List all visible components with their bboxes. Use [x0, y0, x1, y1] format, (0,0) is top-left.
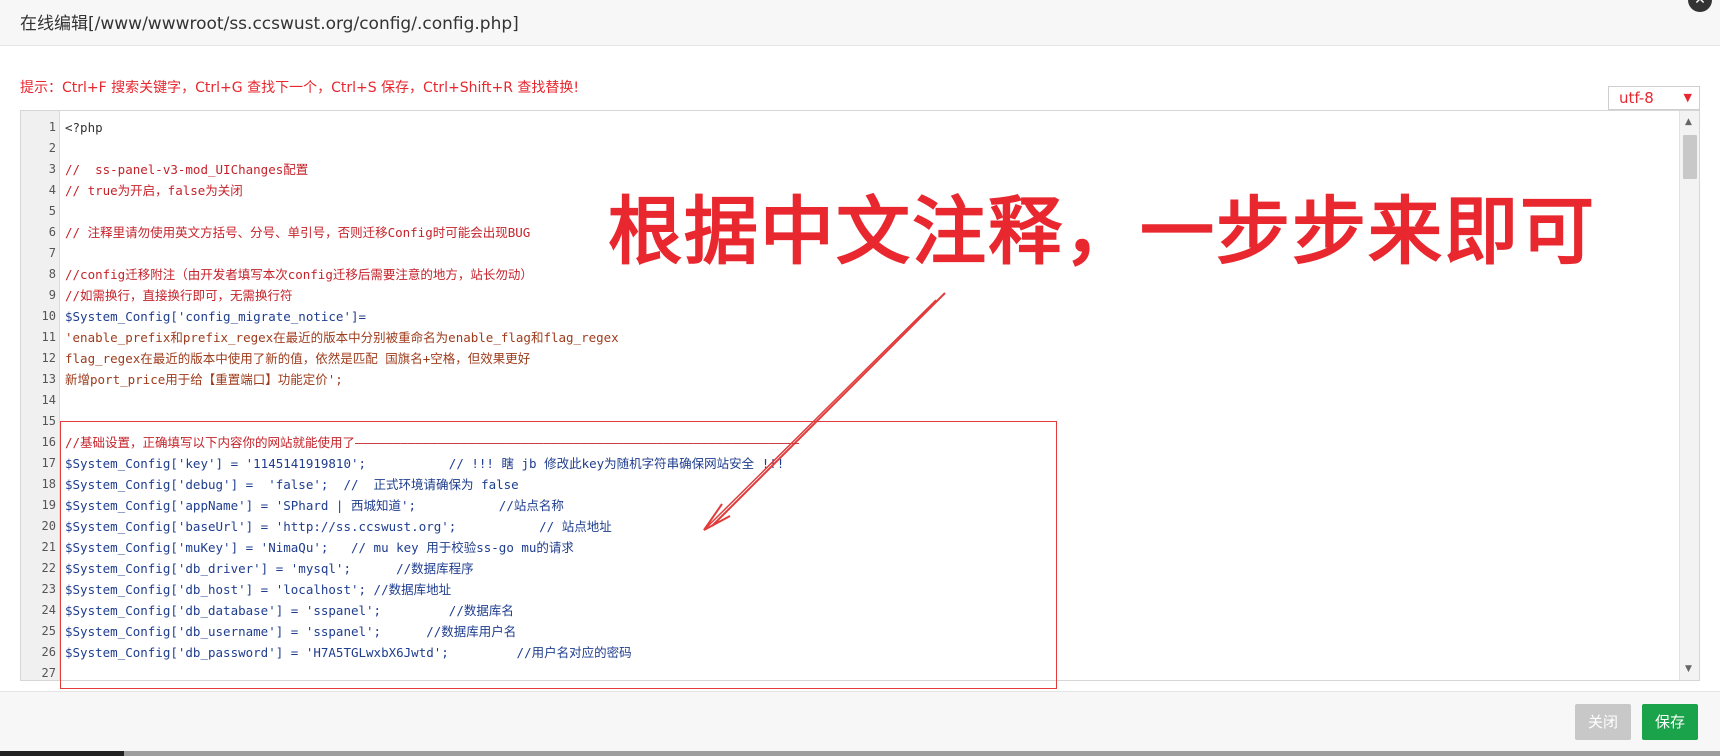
bottom-strip-dark: [0, 751, 124, 756]
annotation-arrow: [703, 292, 946, 531]
save-button[interactable]: 保存: [1642, 704, 1698, 740]
close-button[interactable]: 关闭: [1575, 704, 1631, 740]
bottom-strip: [0, 751, 1720, 756]
dialog-footer: 关闭 保存: [0, 691, 1720, 752]
